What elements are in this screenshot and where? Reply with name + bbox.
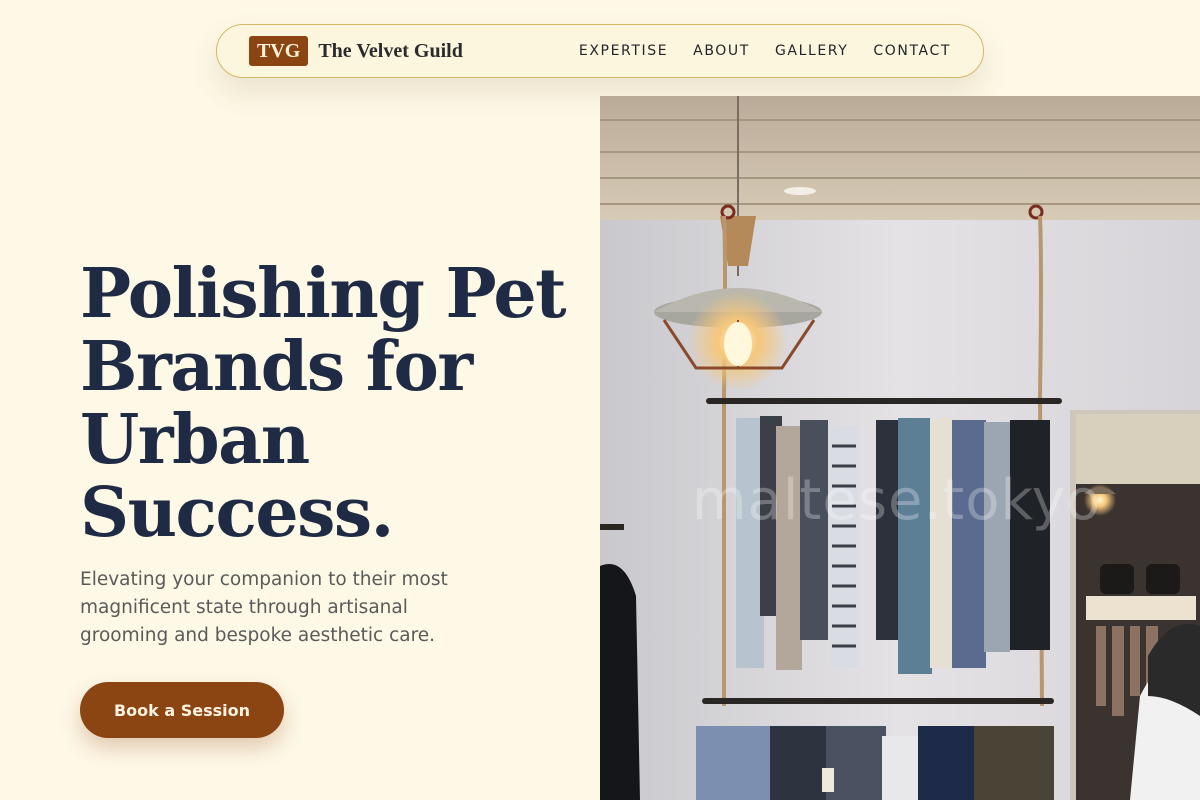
boutique-photo	[600, 96, 1200, 800]
brand-badge: TVG	[249, 36, 309, 66]
nav-link-expertise[interactable]: EXPERTISE	[579, 43, 668, 59]
nav-links: EXPERTISE ABOUT GALLERY CONTACT	[579, 43, 951, 59]
book-session-button[interactable]: Book a Session	[80, 682, 284, 738]
nav-link-contact[interactable]: CONTACT	[873, 43, 951, 59]
nav-link-about[interactable]: ABOUT	[693, 43, 750, 59]
hero-subtitle: Elevating your companion to their most m…	[80, 569, 448, 646]
image-watermark: maltese.tokyo	[692, 468, 1102, 533]
brand-name: The Velvet Guild	[318, 39, 463, 62]
nav-link-gallery[interactable]: GALLERY	[775, 43, 848, 59]
brand-logo[interactable]: TVG The Velvet Guild	[249, 36, 463, 66]
top-navbar: TVG The Velvet Guild EXPERTISE ABOUT GAL…	[216, 24, 984, 78]
hero-title: Polishing Pet Brands for Urban Success.	[80, 254, 567, 553]
hero-image: maltese.tokyo	[600, 96, 1200, 800]
